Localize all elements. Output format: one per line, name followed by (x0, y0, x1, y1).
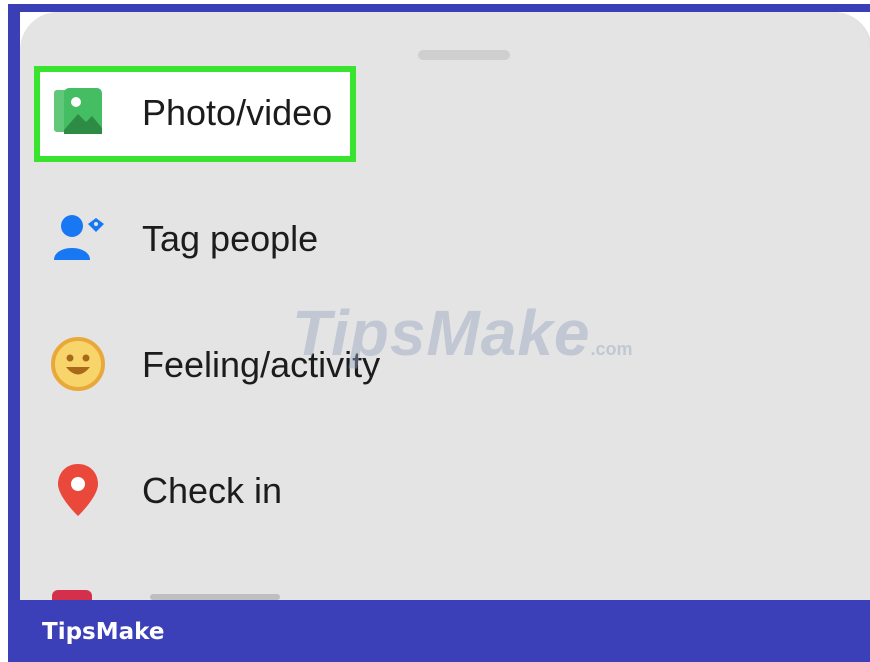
menu-item-check-in[interactable]: Check in (20, 434, 868, 544)
tag-people-icon (50, 210, 106, 266)
frame-border-top (8, 4, 870, 12)
frame-border-left (8, 4, 20, 604)
location-pin-icon (50, 462, 106, 518)
menu-item-label: Tag people (142, 218, 319, 259)
footer-bar: TipsMake (8, 600, 870, 662)
photo-video-icon (50, 84, 106, 140)
next-item-icon-peek (52, 590, 92, 600)
smiley-icon (50, 336, 106, 392)
footer-brand: TipsMake (42, 619, 165, 645)
screenshot-frame: Photo/video Tag people Feeling/activity (0, 0, 870, 662)
menu-item-photo-video[interactable]: Photo/video (20, 56, 868, 166)
watermark: TipsMake.com (292, 296, 633, 369)
menu-item-tag-people[interactable]: Tag people (20, 182, 868, 292)
watermark-suffix: .com (590, 339, 633, 359)
watermark-main: TipsMake (292, 297, 591, 369)
menu-item-label: Check in (142, 470, 283, 511)
menu-item-label: Photo/video (142, 92, 333, 133)
